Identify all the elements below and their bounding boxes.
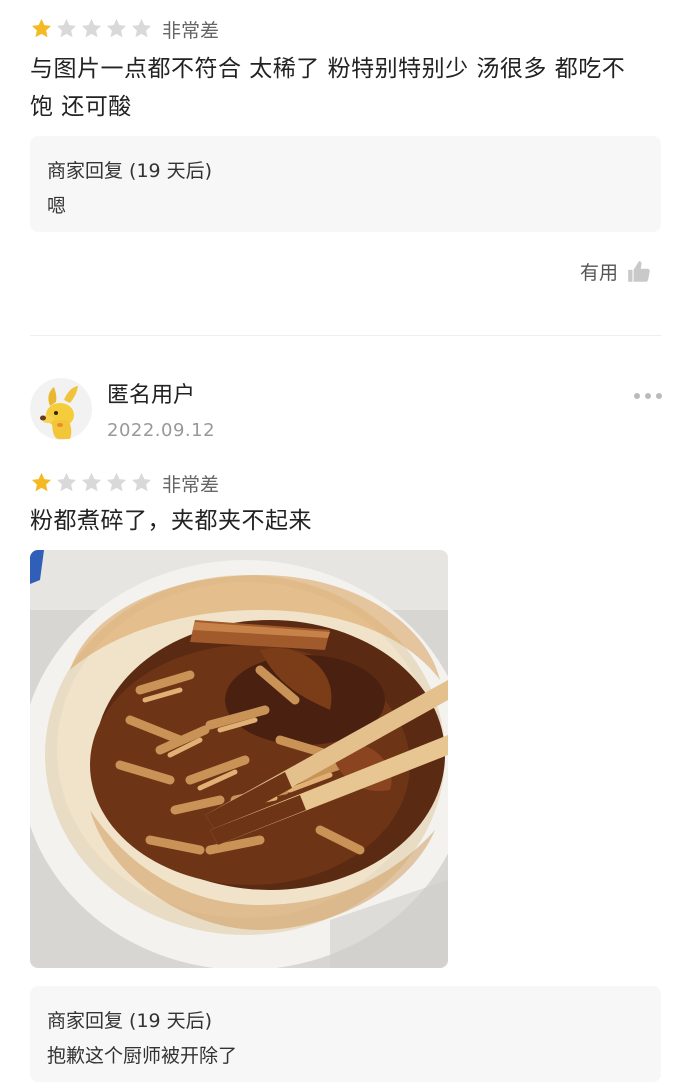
- star-icon: [106, 472, 127, 492]
- thumbs-up-icon: [628, 260, 650, 282]
- star-icon: [81, 18, 102, 38]
- star-icon: [106, 18, 127, 38]
- star-icon: [131, 472, 152, 492]
- food-bowl-image: [30, 550, 448, 968]
- star-icon: [56, 472, 77, 492]
- review2-rating-label: 非常差: [162, 474, 220, 496]
- helpful-label: 有用: [580, 262, 619, 284]
- more-dots-icon[interactable]: [634, 393, 662, 399]
- review1-rating-label: 非常差: [162, 20, 220, 42]
- review1-merchant-reply: 商家回复 (19 天后) 嗯: [30, 136, 661, 232]
- star-icon: [56, 18, 77, 38]
- review2-rating-stars: [30, 471, 153, 494]
- avatar-dog-icon: [40, 386, 78, 439]
- reply-text: 嗯: [47, 195, 67, 217]
- star-icon: [81, 472, 102, 492]
- review-divider: [30, 335, 661, 336]
- review1-rating-stars: [30, 17, 153, 40]
- review-date: 2022.09.12: [107, 420, 216, 441]
- reply-title: 商家回复 (19 天后): [47, 160, 213, 182]
- star-icon: [31, 472, 52, 492]
- star-icon: [131, 18, 152, 38]
- review2-merchant-reply: 商家回复 (19 天后) 抱歉这个厨师被开除了: [30, 986, 661, 1082]
- review1-text-line1: 与图片一点都不符合 太稀了 粉特别特别少 汤很多 都吃不: [30, 56, 626, 82]
- reply-title: 商家回复 (19 天后): [47, 1010, 213, 1032]
- user-name: 匿名用户: [107, 383, 196, 408]
- reply-text: 抱歉这个厨师被开除了: [47, 1045, 238, 1067]
- review1-text-line2: 饱 还可酸: [30, 94, 132, 120]
- avatar: [30, 378, 92, 440]
- star-icon: [31, 18, 52, 38]
- helpful-button[interactable]: 有用: [580, 258, 652, 285]
- review-photo[interactable]: [30, 550, 448, 968]
- review2-text: 粉都煮碎了，夹都夹不起来: [30, 508, 312, 534]
